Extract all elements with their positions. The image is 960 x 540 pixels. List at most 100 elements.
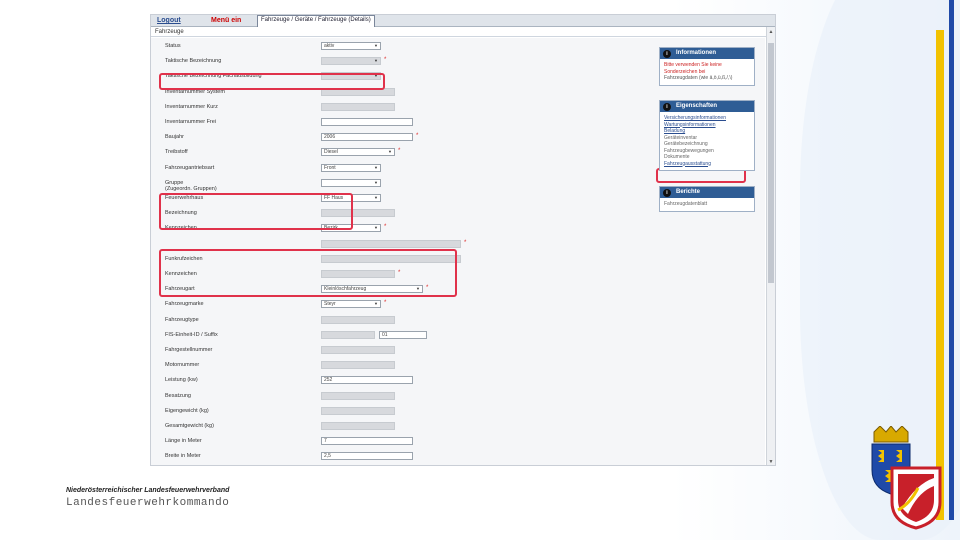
scroll-up-icon[interactable]: ▲ [768,29,774,35]
form-select[interactable] [321,178,381,187]
form-label: Taktische Bezeichnung [165,58,222,65]
info-panel-body: Bitte verwenden Sie keine Sonderzeichen … [660,59,754,85]
form-row: Leistung (kw) 252 [165,376,625,386]
reports-panel: i Berichte Fahrzeugdatenblatt [659,186,755,212]
form-row: Fahrgestellnummer [165,346,625,356]
form-input[interactable] [321,406,395,415]
form-row: Baujahr 2006 * [165,133,625,143]
scroll-down-icon[interactable]: ▼ [768,459,774,465]
features-panel-body: Versicherungsinformationen Wartungsinfor… [660,112,754,170]
breadcrumb[interactable]: Fahrzeuge / Geräte / Fahrzeuge (Details) [257,15,375,27]
fis-suffix-field[interactable]: 01 [379,330,427,339]
info-icon: i [663,50,671,58]
form-input[interactable] [321,346,395,354]
top-menu-bar: Logout Menü ein Fahrzeuge / Geräte / Fah… [151,15,775,27]
form-label: Leistung (kw) [165,377,198,384]
required-marker: * [464,239,467,246]
features-panel: i Eigenschaften Versicherungsinformation… [659,100,755,171]
form-row: Treibstoff Diesel* [165,148,625,158]
required-marker: * [384,300,387,307]
form-label: Fahrzeugmarke [165,301,204,308]
form-select[interactable]: Diesel [321,148,395,157]
form-input[interactable] [321,422,395,430]
reports-panel-header: i Berichte [660,187,754,198]
info-icon: i [663,103,671,111]
form-input[interactable] [321,315,395,324]
form-row: Fahrzeugtype [165,315,625,326]
menu-toggle[interactable]: Menü ein [211,17,241,24]
page-title: Fahrzeuge [151,27,775,37]
required-marker: * [398,148,401,155]
yellow-stripe [936,30,944,520]
form-row: Gruppe (Zugeordn. Gruppen) [165,178,625,192]
form-label: Gesamtgewicht (kg) [165,423,214,429]
report-link-datasheet[interactable]: Fahrzeugdatenblatt [664,201,750,208]
form-row: Eigengewicht (kg) [165,406,625,417]
form-input[interactable] [321,102,395,111]
required-marker: * [384,57,387,64]
form-input[interactable]: 2,5 [321,452,413,461]
form-label: Fahrzeugantriebsart [165,164,215,171]
form-label: Fahrgestellnummer [165,347,213,353]
form-row: Gesamtgewicht (kg) [165,422,625,432]
form-row: Status aktiv [165,42,625,52]
highlight-group-station [159,193,353,230]
form-row: Inventarnummer Kurz [165,102,625,113]
info-panel-header: i Informationen [660,48,754,59]
required-marker: * [416,133,419,140]
form-label: FIS-Einheit-ID / Suffix [165,331,218,338]
form-input[interactable] [321,118,413,126]
info-panel-title: Informationen [676,50,716,56]
form-row: Besatzung [165,391,625,402]
vertical-scrollbar[interactable]: ▲ ▼ [766,27,775,465]
form-label: Treibstoff [165,149,188,156]
form-row: Motornummer [165,361,625,371]
form-label: Länge in Meter [165,438,202,445]
form-label: Baujahr [165,134,184,141]
form-label: Inventarnummer Frei [165,119,217,125]
form-label: Motornummer [165,362,200,369]
form-input[interactable] [321,391,395,400]
form-input[interactable] [321,361,395,370]
feature-link-equipment[interactable]: Fahrzeugausstattung [664,161,750,168]
form-label: Inventarnummer Kurz [165,103,218,110]
form-label: Gruppe (Zugeordn. Gruppen) [165,179,217,192]
info-line: Fahrzeugdaten (wie ä,ö,ü,ß,/,\) [664,75,733,81]
form-select[interactable] [321,57,381,66]
features-panel-title: Eigenschaften [676,103,718,109]
form-input[interactable]: 7 [321,437,413,446]
form-row: Breite in Meter 2,5 [165,452,625,462]
fis-id-field[interactable] [321,330,375,339]
form-input[interactable]: 2006 [321,133,413,142]
form-label: Breite in Meter [165,453,201,460]
form-select[interactable]: Front [321,163,381,172]
features-panel-header: i Eigenschaften [660,101,754,112]
form-select[interactable]: Steyr [321,300,381,309]
logout-link[interactable]: Logout [157,17,181,24]
reports-panel-body: Fahrzeugdatenblatt [660,198,754,211]
form-row: FIS-Einheit-ID / Suffix 01 [165,330,625,341]
form-area: Breite in Meter 2,5 Länge in Meter 7 Gesamtg… [151,38,765,465]
organization-name: Niederösterreichischer Landesfeuerwehrve… [66,487,230,494]
form-label: Status [165,43,181,49]
form-row: Fahrzeugmarke Steyr* [165,300,625,310]
form-row: Fahrzeugantriebsart Front [165,163,625,174]
command-name: Landesfeuerwehrkommando [66,497,230,509]
form-label: Fahrzeugtype [165,316,199,323]
form-row: Länge in Meter 7 [165,437,625,447]
required-marker: * [384,224,387,231]
application-screenshot: Logout Menü ein Fahrzeuge / Geräte / Fah… [150,14,776,466]
form-label: Besatzung [165,392,191,399]
form-row: Inventarnummer Frei [165,118,625,128]
scroll-thumb[interactable] [768,43,774,283]
fire-brigade-badge-logo [890,466,942,530]
highlight-tactical-name [159,73,385,90]
form-input[interactable]: 252 [321,376,413,385]
form-input[interactable] [321,239,461,248]
blue-stripe [949,0,954,520]
info-icon: i [663,189,671,197]
info-panel: i Informationen Bitte verwenden Sie kein… [659,47,755,86]
highlight-plate-callsign [159,249,457,297]
form-label: Eigengewicht (kg) [165,407,209,414]
form-select[interactable]: aktiv [321,42,381,50]
